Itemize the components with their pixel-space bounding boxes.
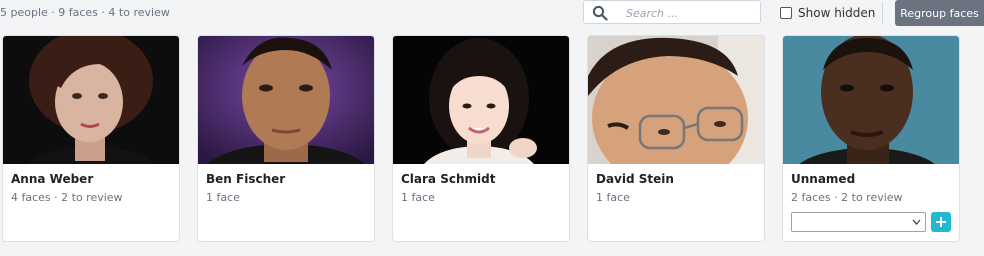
person-photo	[198, 36, 374, 164]
person-card[interactable]: David Stein 1 face	[587, 35, 765, 242]
search-icon	[592, 5, 608, 21]
plus-icon	[936, 217, 946, 227]
person-card[interactable]: Ben Fischer 1 face	[197, 35, 375, 242]
person-photo	[393, 36, 569, 164]
chevron-down-icon	[912, 219, 921, 225]
person-card[interactable]: Unnamed 2 faces · 2 to review	[782, 35, 960, 242]
person-name[interactable]: David Stein	[596, 172, 674, 186]
person-photo	[588, 36, 764, 164]
person-face-count: 1 face	[596, 191, 630, 204]
person-name[interactable]: Anna Weber	[11, 172, 93, 186]
show-hidden-checkbox[interactable]	[780, 7, 792, 19]
person-face-count: 2 faces · 2 to review	[791, 191, 903, 204]
show-hidden-toggle[interactable]: Show hidden	[780, 5, 875, 21]
person-name[interactable]: Unnamed	[791, 172, 855, 186]
person-name[interactable]: Clara Schmidt	[401, 172, 495, 186]
person-photo	[3, 36, 179, 164]
person-card[interactable]: Anna Weber 4 faces · 2 to review	[2, 35, 180, 242]
toolbar-divider	[882, 2, 883, 24]
person-face-count: 1 face	[206, 191, 240, 204]
face-summary: 5 people · 9 faces · 4 to review	[0, 6, 170, 19]
assign-person-select[interactable]	[791, 212, 926, 232]
person-photo	[783, 36, 959, 164]
regroup-faces-button[interactable]: Regroup faces	[895, 0, 984, 26]
show-hidden-label: Show hidden	[798, 6, 876, 20]
person-name[interactable]: Ben Fischer	[206, 172, 285, 186]
search-input[interactable]	[624, 3, 758, 23]
add-person-button[interactable]	[931, 212, 951, 232]
person-face-count: 4 faces · 2 to review	[11, 191, 123, 204]
person-face-count: 1 face	[401, 191, 435, 204]
person-card[interactable]: Clara Schmidt 1 face	[392, 35, 570, 242]
search-box[interactable]	[583, 0, 761, 24]
